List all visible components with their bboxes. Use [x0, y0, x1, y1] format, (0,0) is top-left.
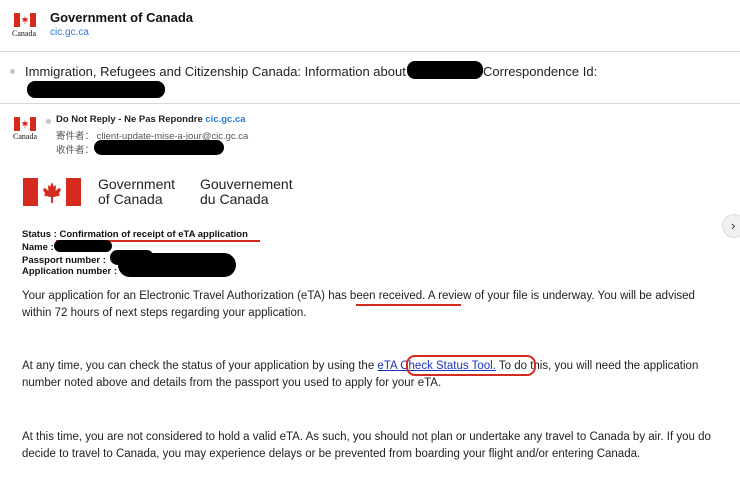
- from-name: Do Not Reply - Ne Pas Repondre: [56, 114, 203, 125]
- redaction: [94, 140, 224, 155]
- canada-flag-logo-icon: [23, 178, 81, 206]
- canada-flag-icon: [14, 117, 36, 131]
- passport-label: Passport number :: [22, 255, 106, 266]
- recipient-line: 收件者：: [56, 142, 94, 156]
- redaction: [54, 240, 112, 252]
- logo-english: Government of Canada: [98, 177, 175, 207]
- canada-wordmark: Canada: [13, 132, 37, 141]
- logo-en-line1: Government: [98, 176, 176, 192]
- subject-bullet: [10, 69, 15, 74]
- logo-en-line2: of Canada: [98, 191, 163, 207]
- redaction: [27, 81, 165, 98]
- canada-wordmark: Canada: [12, 29, 36, 38]
- highlight-underline: [356, 304, 461, 306]
- from-address[interactable]: cic.gc.ca: [205, 114, 245, 125]
- from-line[interactable]: Do Not Reply - Ne Pas Repondre cic.gc.ca: [56, 114, 246, 125]
- recipient-label: 收件者：: [56, 145, 95, 156]
- highlight-oval: [406, 355, 536, 376]
- logo-fr-line1: Gouvernement: [200, 176, 293, 192]
- divider: [0, 51, 740, 52]
- status-line: Status : Confirmation of receipt of eTA …: [22, 229, 248, 240]
- divider: [0, 103, 740, 104]
- paragraph-not-valid: At this time, you are not considered to …: [22, 431, 711, 460]
- name-label: Name :: [22, 242, 54, 253]
- p2-text-before: At any time, you can check the status of…: [22, 360, 378, 372]
- subject-text-start: Immigration, Refugees and Citizenship Ca…: [25, 64, 406, 79]
- redaction: [407, 61, 483, 79]
- canada-flag-icon: [14, 13, 36, 27]
- logo-french: Gouvernement du Canada: [200, 177, 293, 207]
- sender-label: 寄件者：: [56, 131, 95, 142]
- paragraph-status-tool: At any time, you can check the status of…: [22, 358, 722, 392]
- logo-fr-line2: du Canada: [200, 191, 269, 207]
- email-subject: Immigration, Refugees and Citizenship Ca…: [25, 64, 406, 79]
- redaction: [118, 253, 236, 277]
- subject-text-end: Correspondence Id:: [483, 64, 598, 79]
- application-label: Application number :: [22, 266, 117, 277]
- meta-bullet: [46, 119, 51, 124]
- sender-domain-link[interactable]: cic.gc.ca: [50, 27, 89, 38]
- chevron-right-icon[interactable]: ›: [722, 214, 740, 238]
- sender-title: Government of Canada: [50, 10, 194, 25]
- sender-header: Canada Government of Canada cic.gc.ca: [0, 0, 740, 48]
